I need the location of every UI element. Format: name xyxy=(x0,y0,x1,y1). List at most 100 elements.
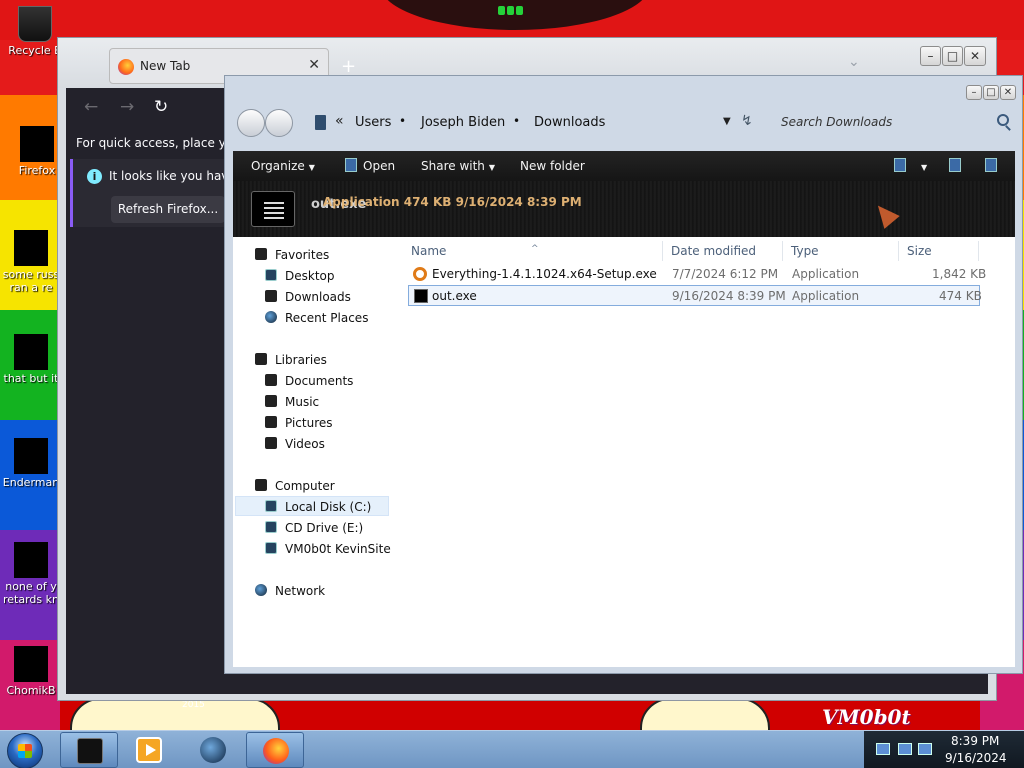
organize-button[interactable]: Organize ▼ xyxy=(251,159,315,173)
breadcrumb-separator-icon[interactable]: • xyxy=(399,114,406,128)
nav-cd-drive[interactable]: CD Drive (E:) xyxy=(265,518,363,538)
desktop-icon-file[interactable]: that but it xyxy=(0,334,62,385)
desktop-icon-label: some russ xyxy=(2,268,60,281)
close-tab-icon[interactable]: ✕ xyxy=(308,57,320,73)
open-button[interactable]: Open xyxy=(363,159,395,173)
taskbar-media-player-button[interactable] xyxy=(120,732,178,768)
column-header-size[interactable]: Size xyxy=(899,241,979,261)
taskbar: 8:39 PM 9/16/2024 xyxy=(0,730,1024,768)
file-row[interactable]: out.exe 9/16/2024 8:39 PM Application 47… xyxy=(408,285,982,306)
column-header-date-modified[interactable]: Date modified xyxy=(663,241,783,261)
breadcrumb-downloads[interactable]: Downloads xyxy=(534,115,605,130)
nav-downloads[interactable]: Downloads xyxy=(265,287,351,307)
file-type: Application xyxy=(792,289,860,303)
nav-network[interactable]: Network xyxy=(255,581,325,601)
desktop-icon-label: retards kn xyxy=(3,593,59,606)
desktop-icon-file[interactable]: ChomikB xyxy=(0,646,62,697)
nav-label: Libraries xyxy=(275,353,327,367)
breadcrumb-separator-icon[interactable]: • xyxy=(513,114,520,128)
file-icon xyxy=(14,542,48,578)
nav-videos[interactable]: Videos xyxy=(265,434,325,454)
search-placeholder: Search Downloads xyxy=(781,115,893,129)
file-date: 9/16/2024 8:39 PM xyxy=(672,289,786,303)
exe-file-icon xyxy=(251,191,295,227)
file-icon xyxy=(14,230,48,266)
column-header-name[interactable]: Name ^ xyxy=(403,241,663,261)
nav-local-disk[interactable]: Local Disk (C:) xyxy=(235,496,389,516)
nav-desktop[interactable]: Desktop xyxy=(265,266,335,286)
close-button[interactable]: ✕ xyxy=(1000,85,1016,100)
nav-favorites[interactable]: Favorites xyxy=(255,245,329,265)
wallpaper-dots xyxy=(498,4,528,16)
hard-drive-icon xyxy=(265,500,277,512)
breadcrumb-users[interactable]: Users xyxy=(355,115,391,130)
quick-access-text: For quick access, place your xyxy=(76,136,246,150)
list-tabs-chevron-icon[interactable]: ⌄ xyxy=(848,54,860,70)
nav-libraries[interactable]: Libraries xyxy=(255,350,327,370)
column-header-type[interactable]: Type xyxy=(783,241,899,261)
desktop-icon xyxy=(265,269,277,281)
network-globe-icon xyxy=(255,584,267,596)
firefox-nav-bar: ← → ↻ xyxy=(66,88,226,126)
back-button[interactable] xyxy=(237,109,265,137)
file-icon xyxy=(14,438,48,474)
column-label: Size xyxy=(907,244,932,258)
nav-music[interactable]: Music xyxy=(265,392,319,412)
share-with-button[interactable]: Share with ▼ xyxy=(421,159,495,173)
preview-pane-icon[interactable] xyxy=(949,158,961,172)
wallpaper-cloud xyxy=(640,698,770,730)
taskbar-globe-button[interactable] xyxy=(184,732,242,768)
file-type: Application xyxy=(792,267,860,281)
desktop-icon-file[interactable]: none of y retards kn xyxy=(0,542,62,606)
view-options-icon[interactable] xyxy=(894,158,906,172)
explorer-icon xyxy=(77,738,103,764)
volume-icon[interactable] xyxy=(918,743,932,755)
forward-button[interactable] xyxy=(265,109,293,137)
close-button[interactable]: ✕ xyxy=(964,46,986,66)
maximize-button[interactable]: □ xyxy=(983,85,999,100)
firefox-icon xyxy=(263,738,289,764)
help-icon[interactable] xyxy=(985,158,997,172)
refresh-firefox-button[interactable]: Refresh Firefox... xyxy=(111,196,225,223)
nav-recent-places[interactable]: Recent Places xyxy=(265,308,368,328)
address-dropdown-icon[interactable]: ▼ xyxy=(723,116,731,127)
breadcrumb-joseph-biden[interactable]: Joseph Biden xyxy=(421,115,505,130)
window-controls: – □ ✕ xyxy=(919,46,986,66)
reload-icon[interactable]: ↻ xyxy=(154,97,168,117)
refresh-icon[interactable]: ↯ xyxy=(741,113,753,129)
forward-arrow-icon[interactable]: → xyxy=(120,97,134,117)
back-arrow-icon[interactable]: ← xyxy=(84,97,98,117)
new-tab-plus-icon[interactable]: + xyxy=(341,56,356,77)
nav-computer[interactable]: Computer xyxy=(255,476,335,496)
maximize-button[interactable]: □ xyxy=(942,46,963,66)
clock-date[interactable]: 9/16/2024 xyxy=(945,751,1007,765)
documents-icon xyxy=(265,374,277,386)
desktop-icon-label: Enderman xyxy=(2,476,60,489)
nav-documents[interactable]: Documents xyxy=(265,371,353,391)
organize-label: Organize xyxy=(251,159,305,173)
navigation-pane: Favorites Desktop Downloads Recent Place… xyxy=(233,237,401,667)
desktop-icon-file[interactable]: some russ ran a re xyxy=(0,230,62,294)
file-name: out.exe xyxy=(432,289,477,303)
minimize-button[interactable]: – xyxy=(920,46,941,66)
nav-pictures[interactable]: Pictures xyxy=(265,413,333,433)
nav-network-drive[interactable]: VM0b0t KevinSite xyxy=(265,539,391,559)
desktop-icon-label: that but it xyxy=(3,372,59,385)
search-icon[interactable] xyxy=(997,114,1009,126)
chevron-left-icon[interactable]: « xyxy=(335,113,344,129)
flag-icon[interactable] xyxy=(876,743,890,755)
clock-time[interactable]: 8:39 PM xyxy=(951,734,999,748)
address-bar[interactable]: « Users • Joseph Biden • Downloads xyxy=(307,110,767,136)
taskbar-firefox-button[interactable] xyxy=(246,732,304,768)
taskbar-explorer-button[interactable] xyxy=(60,732,118,768)
desktop-icon-file[interactable]: Enderman xyxy=(0,438,62,489)
view-dropdown-icon[interactable]: ▼ xyxy=(917,159,927,173)
new-folder-button[interactable]: New folder xyxy=(520,159,585,173)
search-input[interactable]: Search Downloads xyxy=(773,108,1013,136)
start-button[interactable] xyxy=(7,733,43,768)
setup-key-icon xyxy=(413,267,427,281)
file-row[interactable]: Everything-1.4.1.1024.x64-Setup.exe 7/7/… xyxy=(408,264,986,285)
pictures-icon xyxy=(265,416,277,428)
minimize-button[interactable]: – xyxy=(966,85,982,100)
network-icon[interactable] xyxy=(898,743,912,755)
